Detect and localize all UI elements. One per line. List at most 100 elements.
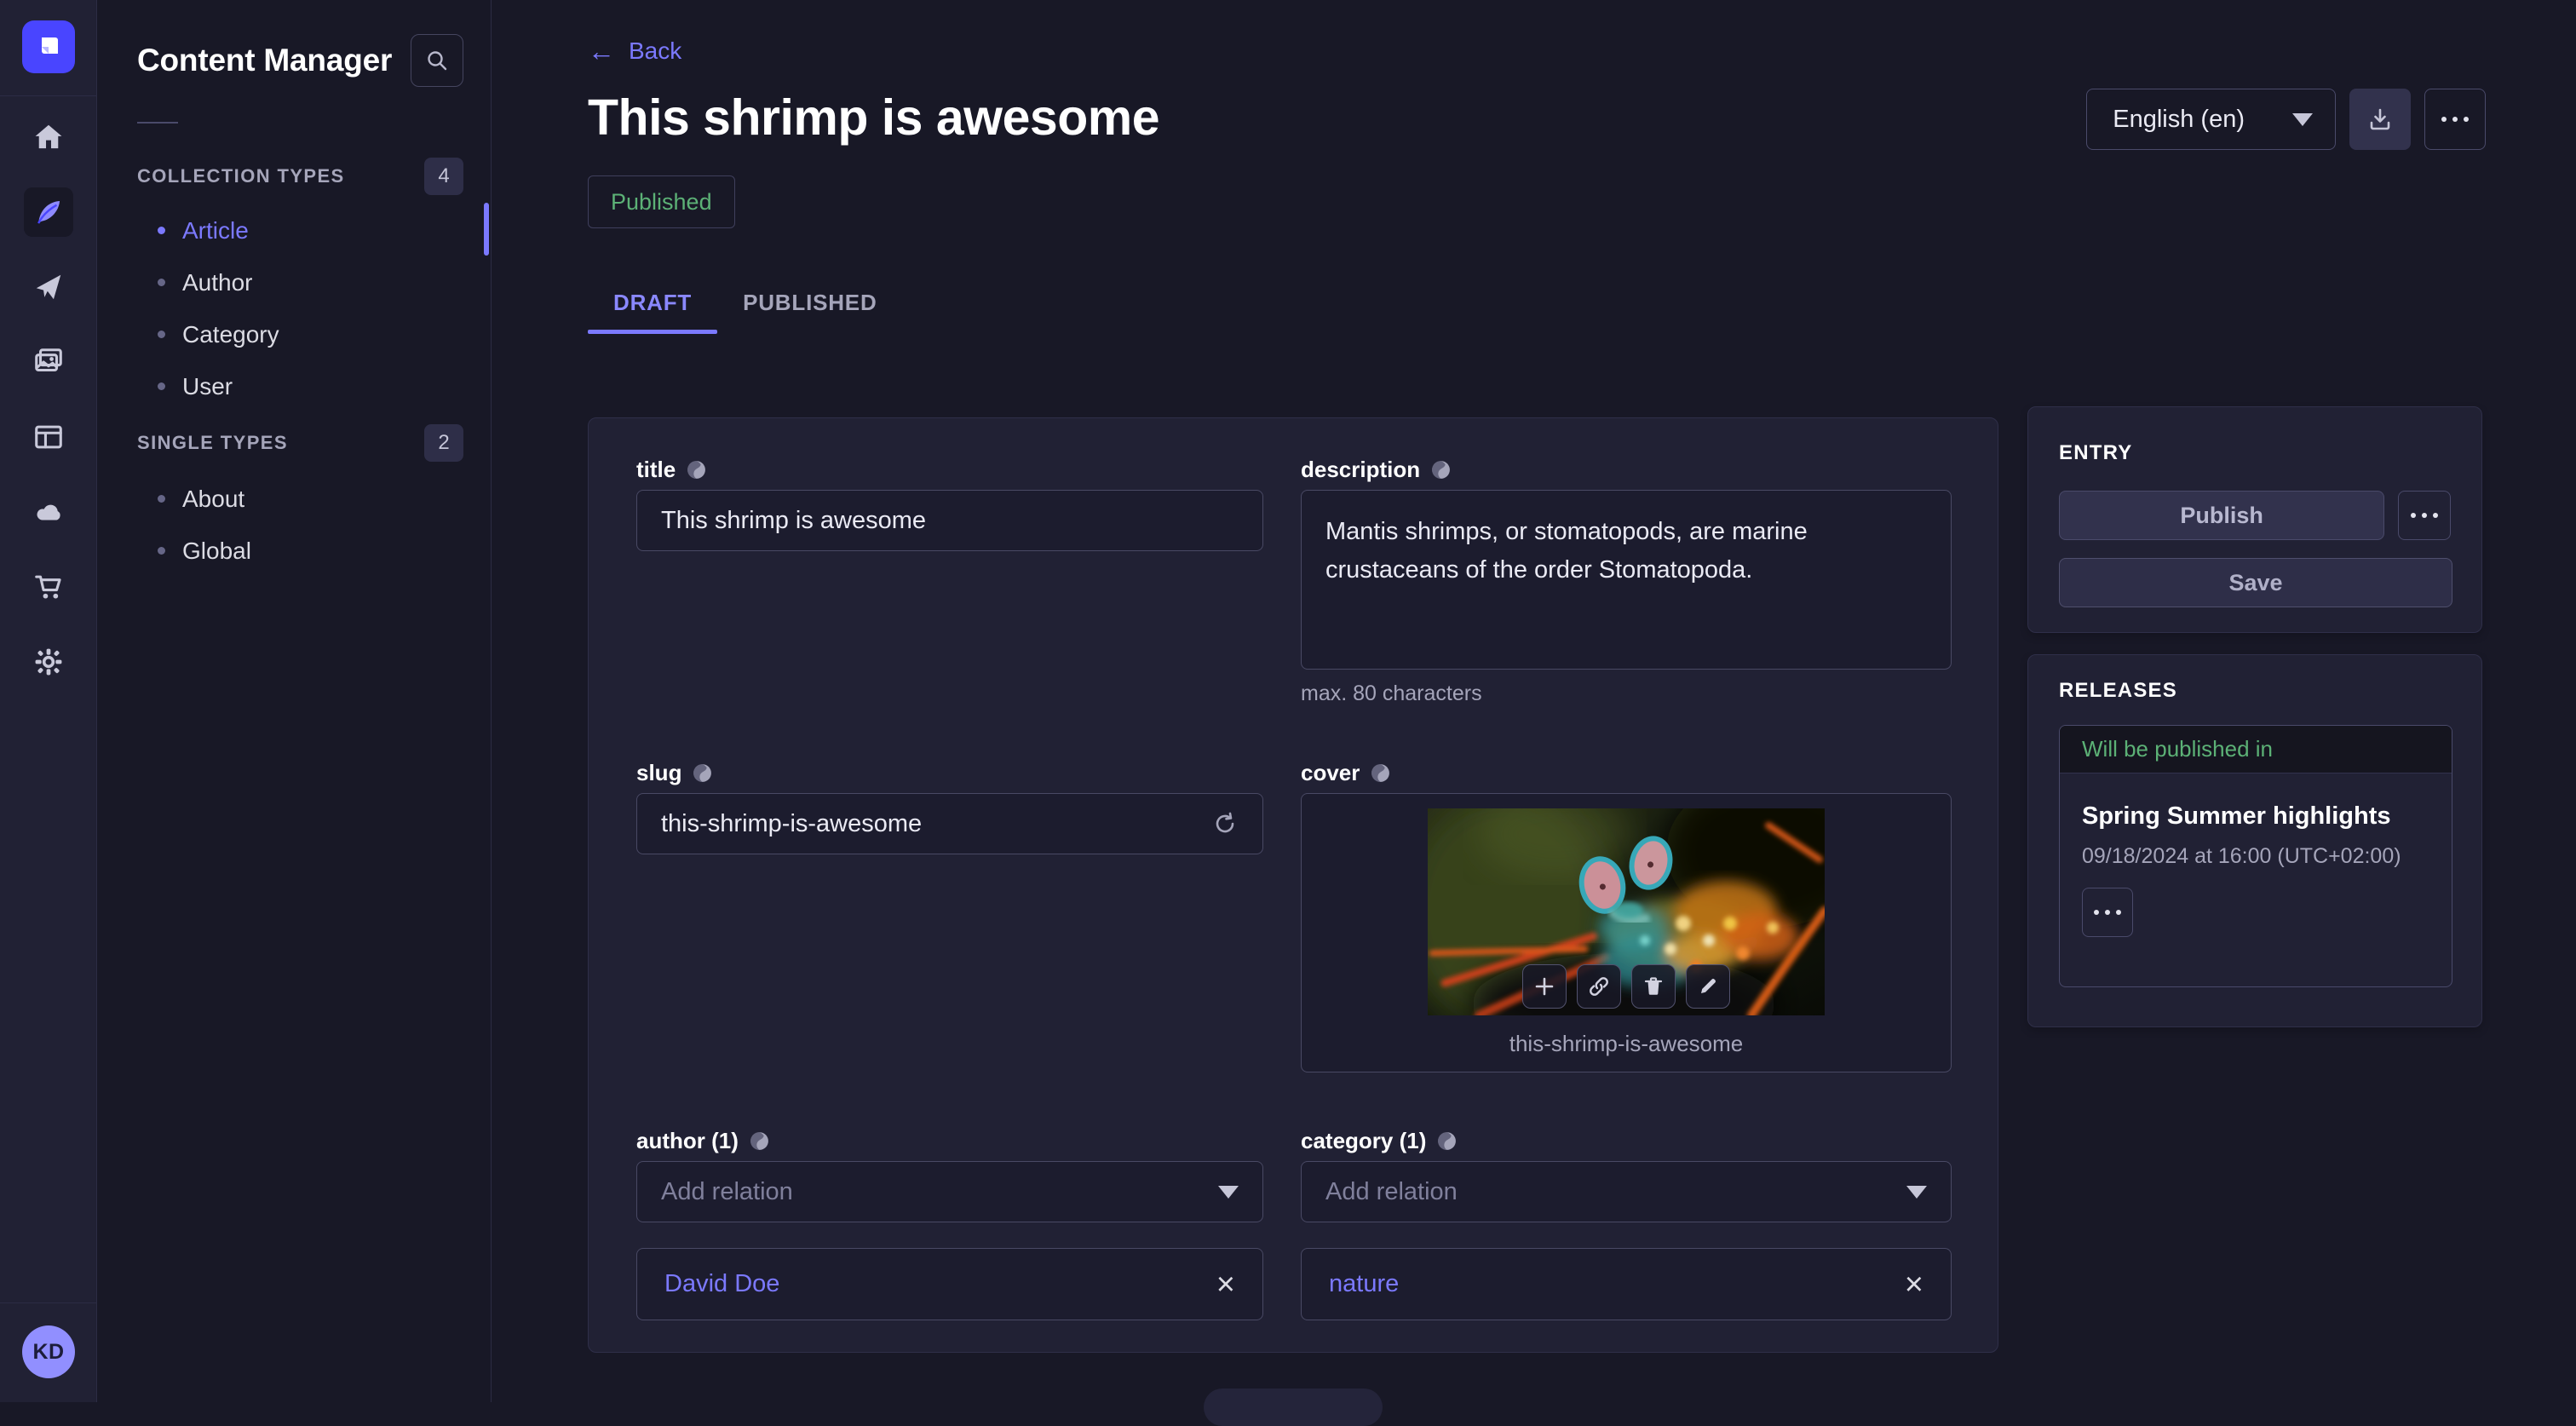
single-types-header: SINGLE TYPES 2 — [137, 424, 463, 462]
strapi-logo[interactable] — [22, 20, 75, 73]
link-icon — [1588, 975, 1610, 998]
relation-link[interactable]: nature — [1329, 1270, 1399, 1298]
content-type-builder-icon[interactable] — [24, 412, 73, 462]
globe-icon — [749, 1130, 770, 1152]
export-button[interactable] — [2349, 89, 2411, 150]
sidebar-item-about[interactable]: About — [97, 473, 491, 525]
sidebar-item-category[interactable]: Category — [97, 308, 491, 360]
release-card: Will be published in Spring Summer highl… — [2059, 725, 2452, 987]
sidebar-item-author[interactable]: Author — [97, 256, 491, 308]
bullet-icon — [158, 279, 165, 286]
nav-rail: KD — [0, 0, 97, 1402]
cover-asset-card: this-shrimp-is-awesome — [1301, 793, 1952, 1072]
globe-icon — [1370, 762, 1391, 784]
settings-gear-icon[interactable] — [24, 637, 73, 687]
locale-select[interactable]: English (en) — [2086, 89, 2336, 150]
sidebar-item-user[interactable]: User — [97, 360, 491, 412]
more-icon — [2441, 117, 2469, 122]
relation-link[interactable]: David Doe — [664, 1270, 779, 1298]
edit-form-card: title description — [588, 417, 1998, 1353]
field-slug: slug — [636, 759, 1263, 1072]
more-actions-button[interactable] — [2424, 89, 2486, 150]
trash-icon — [1642, 975, 1665, 998]
content-manager-icon[interactable] — [24, 187, 73, 237]
field-cover: cover — [1301, 759, 1952, 1072]
user-avatar[interactable]: KD — [22, 1325, 75, 1378]
field-category: category (1) Add relation nature × — [1301, 1127, 1952, 1320]
release-status: Will be published in — [2060, 726, 2452, 773]
delete-asset-button[interactable] — [1631, 964, 1676, 1009]
tab-published[interactable]: PUBLISHED — [717, 271, 902, 334]
back-link[interactable]: ← Back — [588, 37, 681, 65]
bullet-icon — [158, 547, 165, 555]
release-name: Spring Summer highlights — [2082, 802, 2429, 831]
chevron-down-icon — [1218, 1186, 1239, 1199]
save-button[interactable]: Save — [2059, 558, 2452, 607]
sidebar-item-article[interactable]: Article — [97, 204, 491, 256]
tab-draft[interactable]: DRAFT — [588, 271, 717, 334]
count-badge: 2 — [424, 424, 463, 462]
field-label: slug — [636, 760, 681, 786]
back-label: Back — [629, 37, 681, 65]
releases-icon[interactable] — [24, 262, 73, 312]
search-button[interactable] — [411, 34, 463, 87]
author-relation-select[interactable]: Add relation — [636, 1161, 1263, 1222]
collection-types-list: Article Author Category User — [97, 204, 491, 412]
media-library-icon[interactable] — [24, 337, 73, 387]
bullet-icon — [158, 382, 165, 390]
sidebar-title: Content Manager — [137, 43, 392, 78]
title-input[interactable] — [661, 507, 1239, 535]
collection-types-header: COLLECTION TYPES 4 — [137, 158, 463, 195]
field-title: title — [636, 456, 1263, 706]
bullet-icon — [158, 331, 165, 338]
globe-icon — [686, 459, 707, 480]
more-icon — [2094, 910, 2121, 915]
field-label: category (1) — [1301, 1128, 1426, 1154]
publish-button[interactable]: Publish — [2059, 491, 2384, 540]
field-label: title — [636, 457, 676, 483]
remove-relation-icon[interactable]: × — [1216, 1268, 1235, 1301]
page-title: This shrimp is awesome — [588, 89, 1159, 147]
chevron-down-icon — [1906, 1186, 1927, 1199]
more-icon — [2411, 513, 2438, 518]
edit-asset-button[interactable] — [1686, 964, 1730, 1009]
strapi-admin: KD Content Manager COLLECTION TYPES 4 Ar… — [0, 0, 2576, 1402]
field-label: author (1) — [636, 1128, 739, 1154]
category-relation-select[interactable]: Add relation — [1301, 1161, 1952, 1222]
entry-panel-title: ENTRY — [2059, 441, 2451, 465]
rail-nav — [0, 112, 97, 712]
sidebar-item-global[interactable]: Global — [97, 525, 491, 577]
bullet-icon — [158, 227, 165, 234]
remove-relation-icon[interactable]: × — [1905, 1268, 1923, 1301]
pencil-icon — [1697, 975, 1719, 998]
cover-toolbar — [1522, 964, 1730, 1009]
add-asset-button[interactable] — [1522, 964, 1567, 1009]
deploy-cloud-icon[interactable] — [24, 487, 73, 537]
main-content: ← Back This shrimp is awesome English (e… — [492, 0, 2576, 1402]
version-tabs: DRAFT PUBLISHED — [588, 271, 903, 334]
section-label: COLLECTION TYPES — [137, 165, 345, 187]
regenerate-icon[interactable] — [1211, 810, 1239, 837]
cover-image[interactable] — [1428, 808, 1825, 1015]
field-description: description Mantis shrimps, or stomatopo… — [1301, 456, 1952, 706]
bullet-icon — [158, 495, 165, 503]
copy-link-button[interactable] — [1577, 964, 1621, 1009]
entry-panel: ENTRY Publish Save — [2027, 406, 2482, 633]
entry-more-button[interactable] — [2398, 491, 2451, 540]
plus-icon — [1533, 975, 1555, 998]
description-textarea[interactable]: Mantis shrimps, or stomatopods, are mari… — [1301, 490, 1952, 670]
globe-icon — [692, 762, 713, 784]
sidebar-divider — [137, 122, 178, 124]
sidebar-header: Content Manager — [137, 34, 463, 87]
home-icon[interactable] — [24, 112, 73, 162]
release-more-button[interactable] — [2082, 888, 2133, 937]
slug-input[interactable] — [661, 810, 1211, 838]
marketplace-cart-icon[interactable] — [24, 562, 73, 612]
globe-icon — [1436, 1130, 1458, 1152]
sidebar-scrollbar[interactable] — [484, 203, 489, 256]
field-label: cover — [1301, 760, 1360, 786]
collapsed-bottom-button[interactable] — [1204, 1389, 1383, 1426]
category-relation-item: nature × — [1301, 1248, 1952, 1320]
cover-caption: this-shrimp-is-awesome — [1509, 1031, 1744, 1057]
rail-divider — [0, 95, 97, 96]
